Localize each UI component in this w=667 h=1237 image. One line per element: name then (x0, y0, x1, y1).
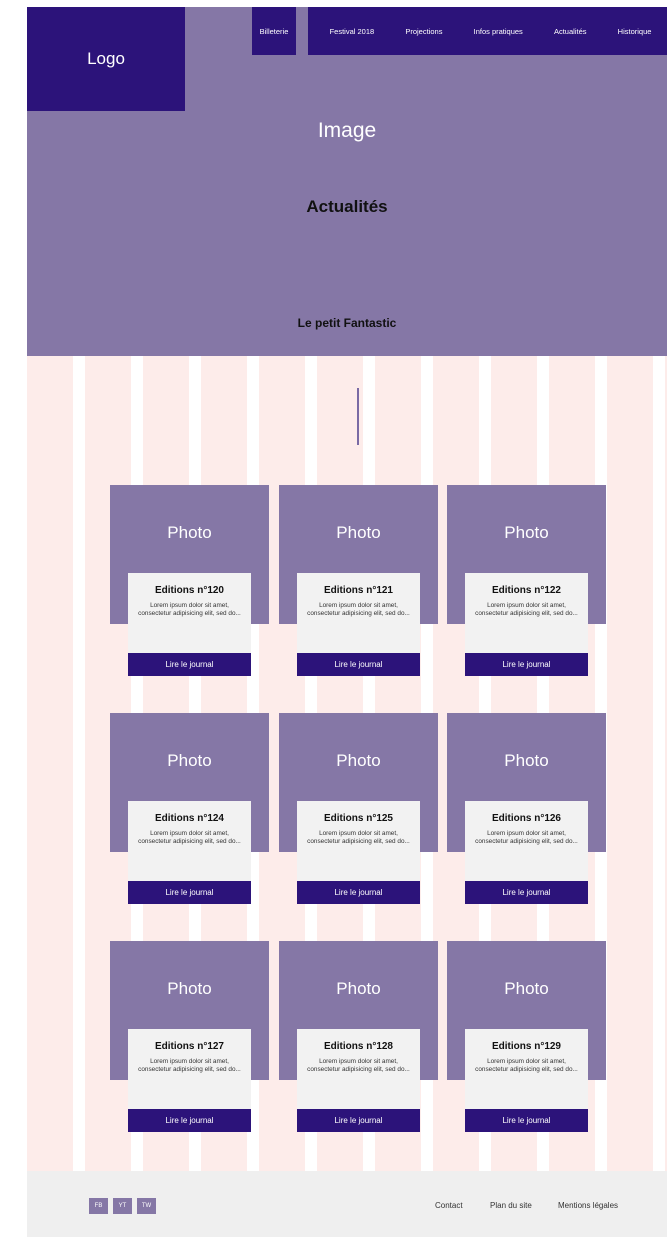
page-subtitle: Le petit Fantastic (297, 316, 397, 330)
card-info: Editions n°125 Lorem ipsum dolor sit ame… (297, 801, 420, 884)
youtube-icon[interactable]: YT (113, 1198, 132, 1214)
card-excerpt: Lorem ipsum dolor sit amet, consectetur … (138, 602, 241, 617)
news-card: Photo Editions n°128 Lorem ipsum dolor s… (279, 941, 438, 1135)
card-photo-label: Photo (336, 979, 381, 998)
news-card: Photo Editions n°120 Lorem ipsum dolor s… (110, 485, 269, 679)
nav-item-projections[interactable]: Projections (405, 27, 442, 36)
card-excerpt: Lorem ipsum dolor sit amet, consectetur … (138, 830, 241, 845)
twitter-icon[interactable]: TW (137, 1198, 156, 1214)
footer-link-mentions-legales[interactable]: Mentions légales (558, 1201, 618, 1210)
page-title: Actualités (306, 197, 388, 216)
footer: FB YT TW Contact Plan du site Mentions l… (27, 1171, 667, 1237)
news-card: Photo Editions n°126 Lorem ipsum dolor s… (447, 713, 606, 907)
news-card: Photo Editions n°122 Lorem ipsum dolor s… (447, 485, 606, 679)
news-card: Photo Editions n°125 Lorem ipsum dolor s… (279, 713, 438, 907)
card-title: Editions n°121 (323, 585, 393, 596)
card-excerpt: Lorem ipsum dolor sit amet, consectetur … (475, 1058, 578, 1073)
hero-image-label: Image (317, 119, 377, 142)
card-info: Editions n°128 Lorem ipsum dolor sit ame… (297, 1029, 420, 1112)
read-journal-button[interactable]: Lire le journal (465, 653, 588, 676)
card-photo-label: Photo (504, 979, 549, 998)
card-title: Editions n°125 (323, 813, 393, 824)
card-title: Editions n°124 (154, 813, 224, 824)
page: Logo Billeterie Festival 2018 Projection… (27, 7, 667, 1237)
nav-item-historique[interactable]: Historique (618, 27, 652, 36)
nav-bar: Festival 2018 Projections Infos pratique… (308, 7, 667, 55)
read-journal-button[interactable]: Lire le journal (465, 881, 588, 904)
logo-text: Logo (87, 49, 125, 68)
read-journal-button[interactable]: Lire le journal (128, 881, 251, 904)
card-title: Editions n°128 (323, 1041, 393, 1052)
facebook-icon[interactable]: FB (89, 1198, 108, 1214)
nav-item-festival[interactable]: Festival 2018 (330, 27, 375, 36)
card-title: Editions n°120 (154, 585, 224, 596)
card-info: Editions n°120 Lorem ipsum dolor sit ame… (128, 573, 251, 656)
nav-item-infos-pratiques[interactable]: Infos pratiques (474, 27, 523, 36)
card-info: Editions n°126 Lorem ipsum dolor sit ame… (465, 801, 588, 884)
card-excerpt: Lorem ipsum dolor sit amet, consectetur … (307, 1058, 410, 1073)
news-section: Photo Editions n°120 Lorem ipsum dolor s… (27, 356, 667, 1171)
read-journal-button[interactable]: Lire le journal (297, 653, 420, 676)
news-card: Photo Editions n°129 Lorem ipsum dolor s… (447, 941, 606, 1135)
card-excerpt: Lorem ipsum dolor sit amet, consectetur … (475, 830, 578, 845)
logo[interactable]: Logo (27, 7, 185, 111)
card-info: Editions n°129 Lorem ipsum dolor sit ame… (465, 1029, 588, 1112)
card-title: Editions n°126 (491, 813, 561, 824)
news-card: Photo Editions n°127 Lorem ipsum dolor s… (110, 941, 269, 1135)
card-photo-label: Photo (336, 523, 381, 542)
read-journal-button[interactable]: Lire le journal (465, 1109, 588, 1132)
read-journal-button[interactable]: Lire le journal (297, 1109, 420, 1132)
vertical-divider (357, 388, 359, 445)
card-excerpt: Lorem ipsum dolor sit amet, consectetur … (307, 602, 410, 617)
card-info: Editions n°121 Lorem ipsum dolor sit ame… (297, 573, 420, 656)
footer-link-plan-du-site[interactable]: Plan du site (490, 1201, 532, 1210)
card-photo-label: Photo (336, 751, 381, 770)
card-excerpt: Lorem ipsum dolor sit amet, consectetur … (307, 830, 410, 845)
card-photo-label: Photo (167, 979, 212, 998)
nav-item-actualites[interactable]: Actualités (554, 27, 587, 36)
card-photo-label: Photo (167, 523, 212, 542)
news-card: Photo Editions n°124 Lorem ipsum dolor s… (110, 713, 269, 907)
card-excerpt: Lorem ipsum dolor sit amet, consectetur … (138, 1058, 241, 1073)
news-card: Photo Editions n°121 Lorem ipsum dolor s… (279, 485, 438, 679)
card-info: Editions n°122 Lorem ipsum dolor sit ame… (465, 573, 588, 656)
nav-item-billeterie[interactable]: Billeterie (260, 27, 289, 36)
card-excerpt: Lorem ipsum dolor sit amet, consectetur … (475, 602, 578, 617)
footer-link-contact[interactable]: Contact (435, 1201, 463, 1210)
card-photo-label: Photo (167, 751, 212, 770)
read-journal-button[interactable]: Lire le journal (128, 653, 251, 676)
card-info: Editions n°124 Lorem ipsum dolor sit ame… (128, 801, 251, 884)
card-title: Editions n°122 (491, 585, 561, 596)
card-photo-label: Photo (504, 523, 549, 542)
card-title: Editions n°127 (154, 1041, 224, 1052)
card-info: Editions n°127 Lorem ipsum dolor sit ame… (128, 1029, 251, 1112)
card-title: Editions n°129 (491, 1041, 561, 1052)
hero-banner: Logo Billeterie Festival 2018 Projection… (27, 7, 667, 356)
read-journal-button[interactable]: Lire le journal (128, 1109, 251, 1132)
read-journal-button[interactable]: Lire le journal (297, 881, 420, 904)
nav-bar-billeterie: Billeterie (252, 7, 296, 55)
card-photo-label: Photo (504, 751, 549, 770)
